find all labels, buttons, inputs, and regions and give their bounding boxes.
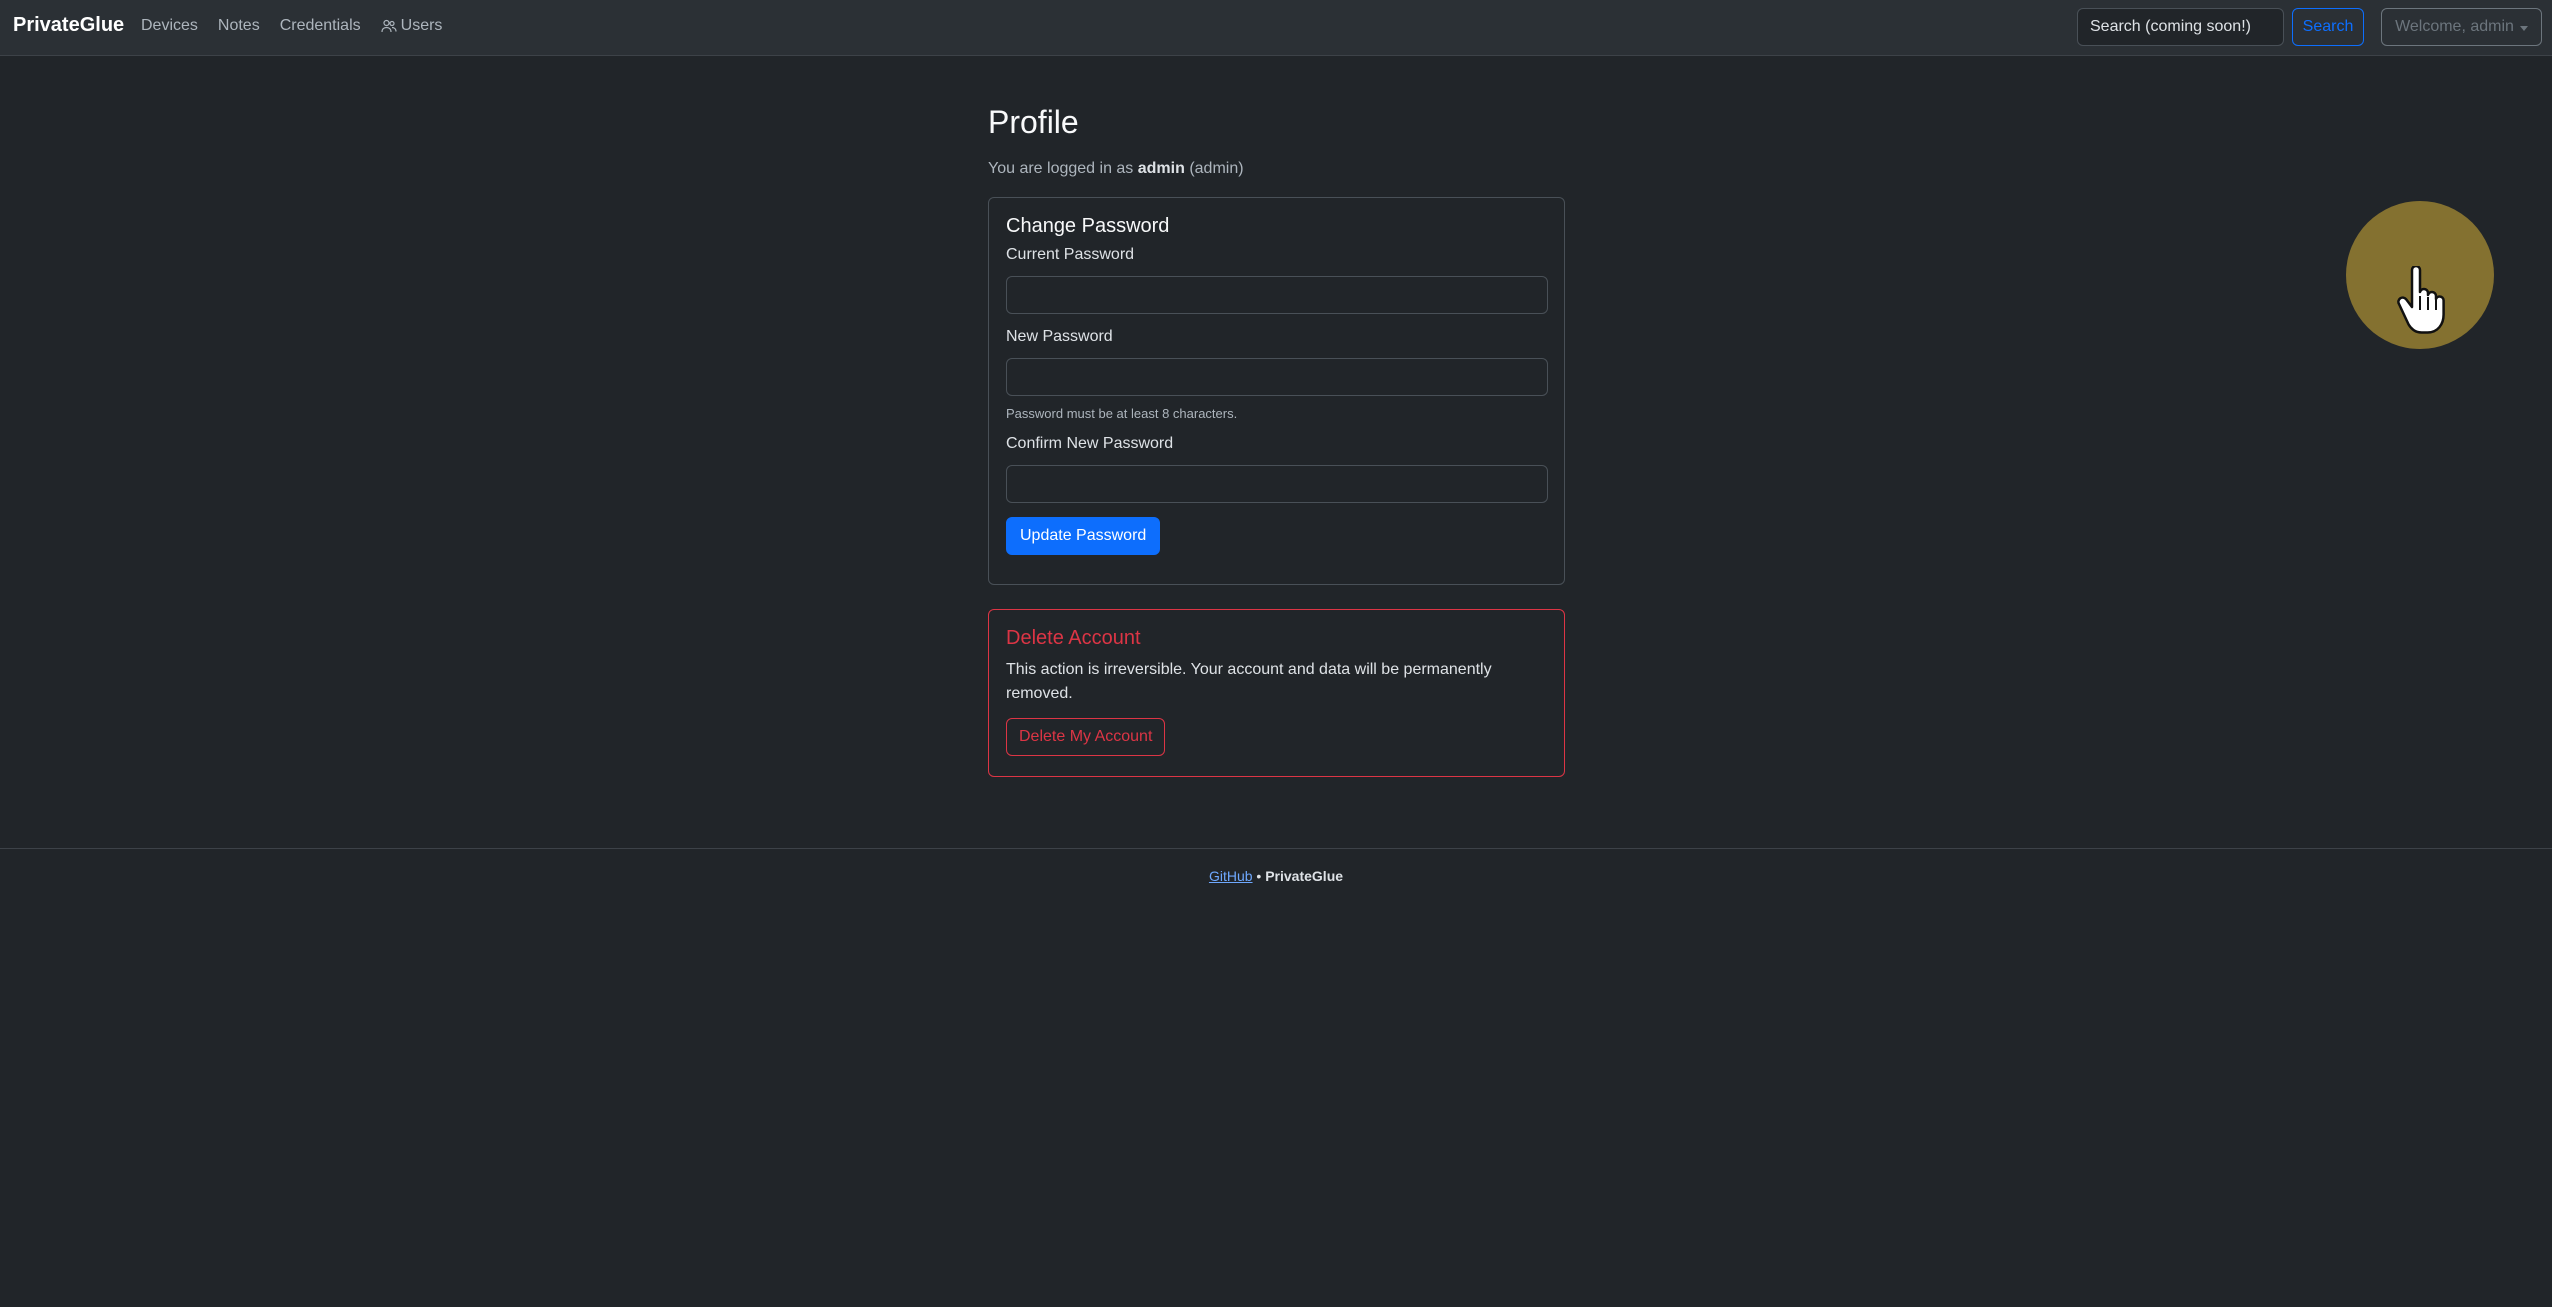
username: admin xyxy=(1137,160,1185,177)
nav-link-credentials[interactable]: Credentials xyxy=(280,17,361,35)
confirm-password-label: Confirm New Password xyxy=(1006,435,1174,452)
current-password-input[interactable] xyxy=(1006,276,1548,314)
delete-account-warning: This action is irreversible. Your accoun… xyxy=(1006,661,1492,702)
user-menu-dropdown[interactable]: Welcome, admin xyxy=(2381,8,2542,46)
nav-links: Devices Notes Credentials Users xyxy=(141,17,462,35)
logged-in-status: You are logged in as admin (admin) xyxy=(988,160,1244,178)
confirm-password-input[interactable] xyxy=(1006,465,1548,503)
new-password-label: New Password xyxy=(1006,328,1113,345)
logged-in-prefix: You are logged in as xyxy=(988,160,1138,177)
current-password-label: Current Password xyxy=(1006,246,1135,263)
github-link[interactable]: GitHub xyxy=(1209,868,1253,884)
update-password-button[interactable]: Update Password xyxy=(1006,517,1161,555)
new-password-input[interactable] xyxy=(1006,358,1548,396)
change-password-title: Change Password xyxy=(1006,215,1170,237)
search-input[interactable] xyxy=(2077,8,2284,46)
hand-cursor-icon xyxy=(2397,266,2445,334)
page-title: Profile xyxy=(988,104,1079,140)
footer-brand: PrivateGlue xyxy=(1265,868,1344,884)
search-button[interactable]: Search xyxy=(2292,8,2364,46)
delete-account-card: Delete Account This action is irreversib… xyxy=(988,609,1565,777)
footer: GitHub • PrivateGlue xyxy=(0,868,2552,884)
footer-divider xyxy=(0,848,2552,849)
users-icon xyxy=(381,19,397,33)
delete-account-button[interactable]: Delete My Account xyxy=(1006,718,1166,756)
new-password-help: Password must be at least 8 characters. xyxy=(1006,406,1238,421)
nav-link-devices[interactable]: Devices xyxy=(141,17,198,35)
nav-link-users[interactable]: Users xyxy=(381,17,443,35)
footer-separator: • xyxy=(1252,868,1266,884)
user-role: (admin) xyxy=(1189,160,1244,177)
brand-logo[interactable]: PrivateGlue xyxy=(13,14,124,37)
navbar: PrivateGlue Devices Notes Credentials Us… xyxy=(0,0,2552,56)
nav-link-users-label: Users xyxy=(400,17,443,34)
chevron-down-icon xyxy=(2519,25,2528,31)
change-password-card: Change Password Current Password New Pas… xyxy=(988,197,1565,585)
user-menu-label: Welcome, admin xyxy=(2395,18,2514,35)
nav-link-notes[interactable]: Notes xyxy=(218,17,260,35)
delete-account-title: Delete Account xyxy=(1006,627,1141,649)
